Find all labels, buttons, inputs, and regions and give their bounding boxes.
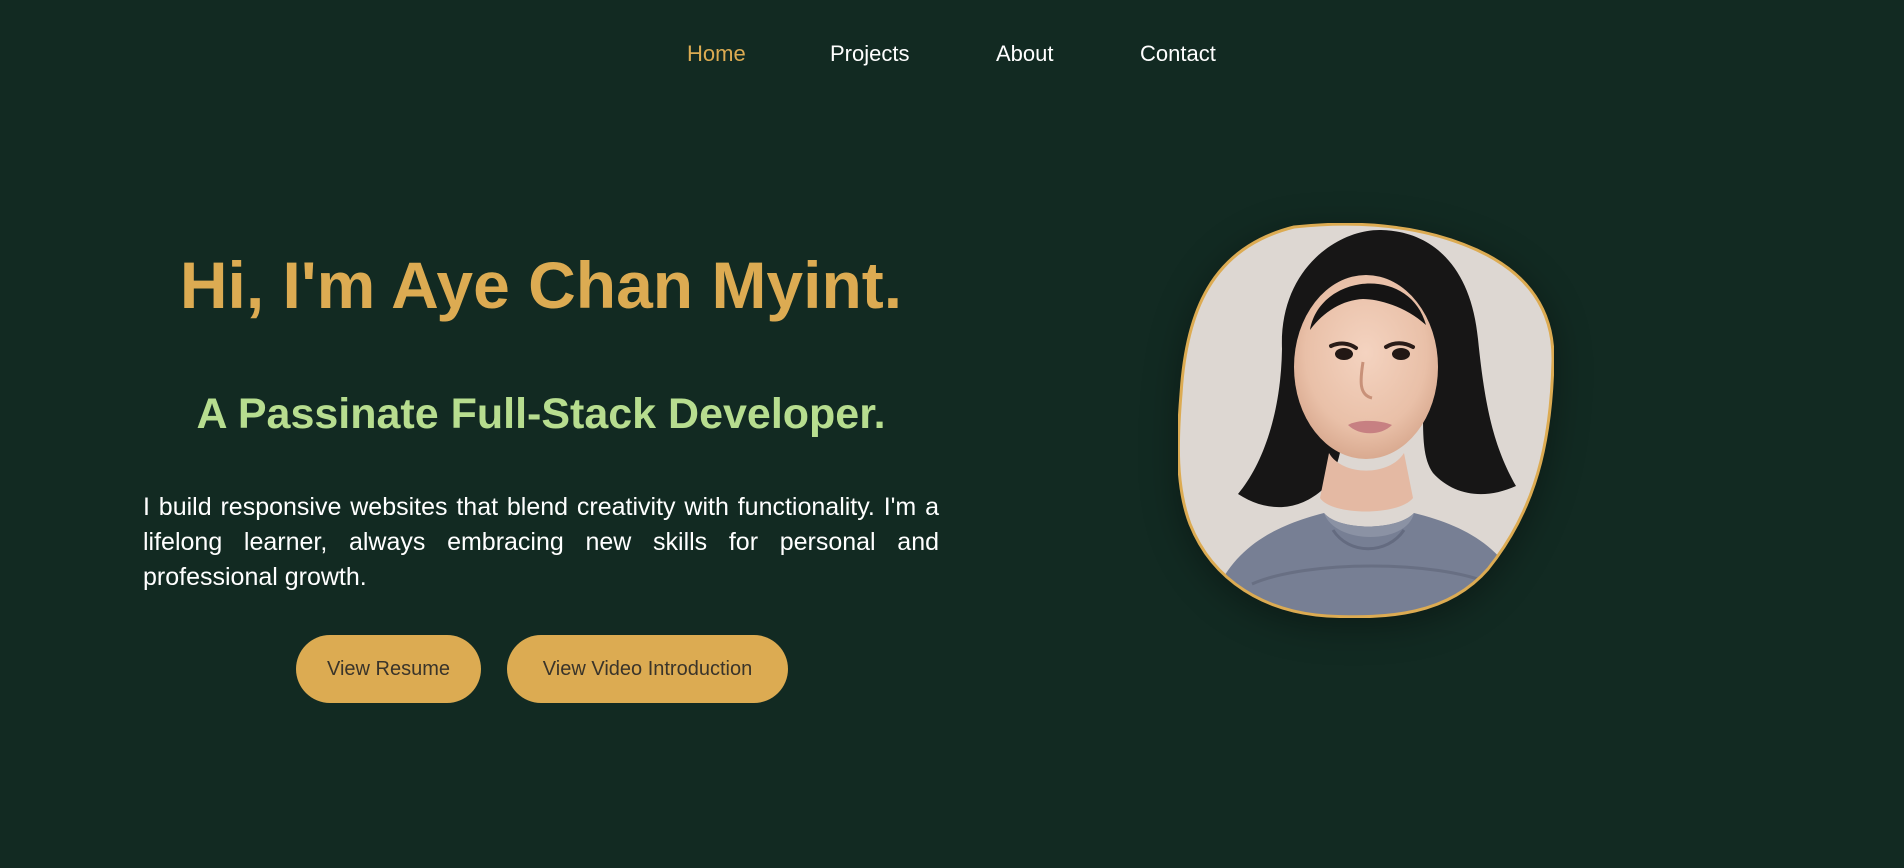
hero-introduction: I build responsive websites that blend c… bbox=[143, 493, 939, 591]
nav-about-link[interactable]: About bbox=[996, 38, 1054, 70]
view-resume-button[interactable]: View Resume bbox=[296, 635, 481, 703]
profile-photo bbox=[1178, 223, 1554, 618]
hero-content: Hi, I'm Aye Chan Myint. A Passinate Full… bbox=[143, 240, 939, 703]
portfolio-page: Home Projects About Contact Hi, I'm Aye … bbox=[0, 0, 1904, 868]
hero-title: Hi, I'm Aye Chan Myint. bbox=[179, 248, 903, 322]
portrait-illustration bbox=[1178, 223, 1554, 618]
nav-contact-link[interactable]: Contact bbox=[1140, 38, 1216, 70]
hero-subtitle: A Passinate Full-Stack Developer. bbox=[196, 390, 886, 438]
nav-projects-link[interactable]: Projects bbox=[830, 38, 909, 70]
view-video-introduction-button[interactable]: View Video Introduction bbox=[507, 635, 788, 703]
nav-home-link[interactable]: Home bbox=[687, 38, 746, 70]
hero-actions: View Resume View Video Introduction bbox=[296, 635, 788, 703]
